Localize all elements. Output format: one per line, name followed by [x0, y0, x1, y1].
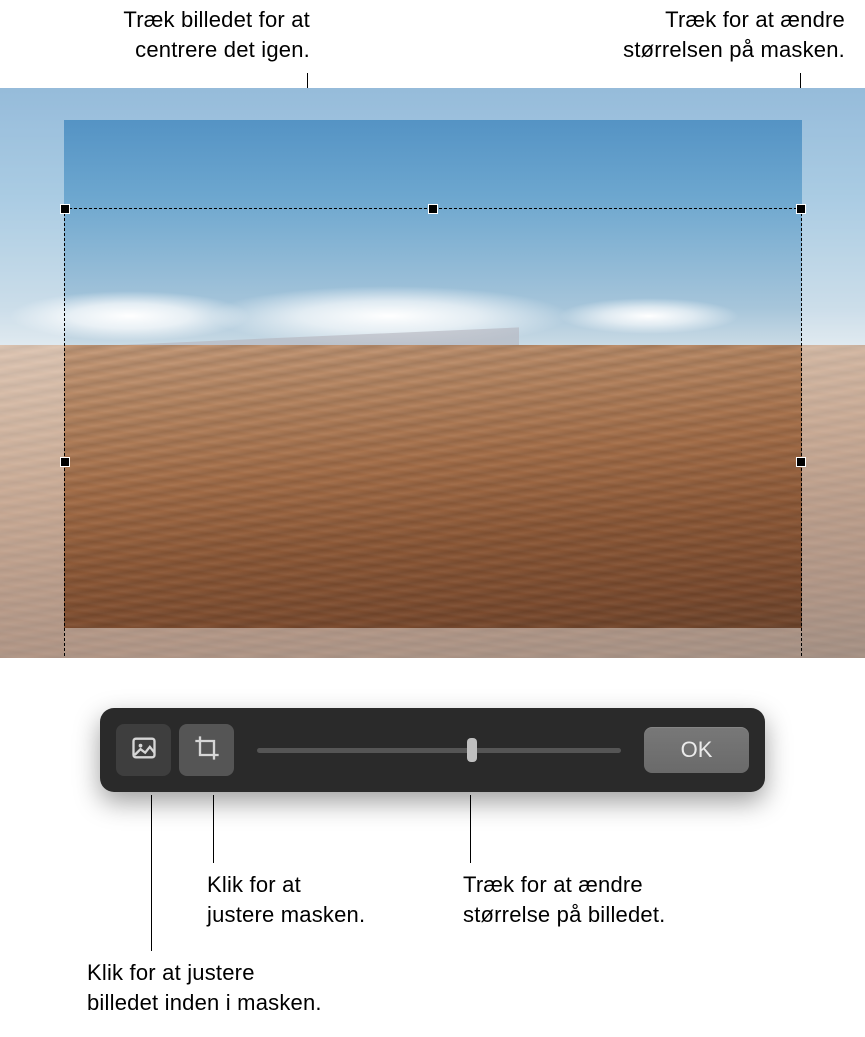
zoom-slider[interactable] — [257, 735, 621, 765]
mask-handle-top-right[interactable] — [796, 204, 806, 214]
image-mode-button[interactable] — [116, 724, 171, 776]
mask-handle-top-left[interactable] — [60, 204, 70, 214]
callout-leader — [151, 795, 152, 951]
mask-selection[interactable] — [64, 208, 802, 658]
callout-drag-resize-image: Træk for at ændre størrelse på billedet. — [463, 870, 793, 929]
callout-leader — [213, 795, 214, 863]
zoom-slider-thumb[interactable] — [467, 738, 477, 762]
callout-click-adjust-mask: Klik for at justere masken. — [207, 870, 417, 929]
callout-leader — [470, 795, 471, 863]
image-canvas[interactable] — [0, 88, 865, 658]
image-icon — [130, 734, 158, 767]
mask-handle-top-middle[interactable] — [428, 204, 438, 214]
callout-drag-resize-mask: Træk for at ændre størrelsen på masken. — [475, 5, 845, 64]
crop-mode-button[interactable] — [179, 724, 234, 776]
mask-handle-right-middle[interactable] — [796, 457, 806, 467]
mask-edit-toolbar: OK — [100, 708, 765, 792]
crop-icon — [193, 734, 221, 767]
zoom-slider-track — [257, 748, 621, 753]
ok-button[interactable]: OK — [644, 727, 749, 773]
mask-handle-left-middle[interactable] — [60, 457, 70, 467]
callout-drag-recenter: Træk billedet for at centrere det igen. — [30, 5, 310, 64]
callout-click-adjust-image-in-mask: Klik for at justere billedet inden i mas… — [87, 958, 417, 1017]
